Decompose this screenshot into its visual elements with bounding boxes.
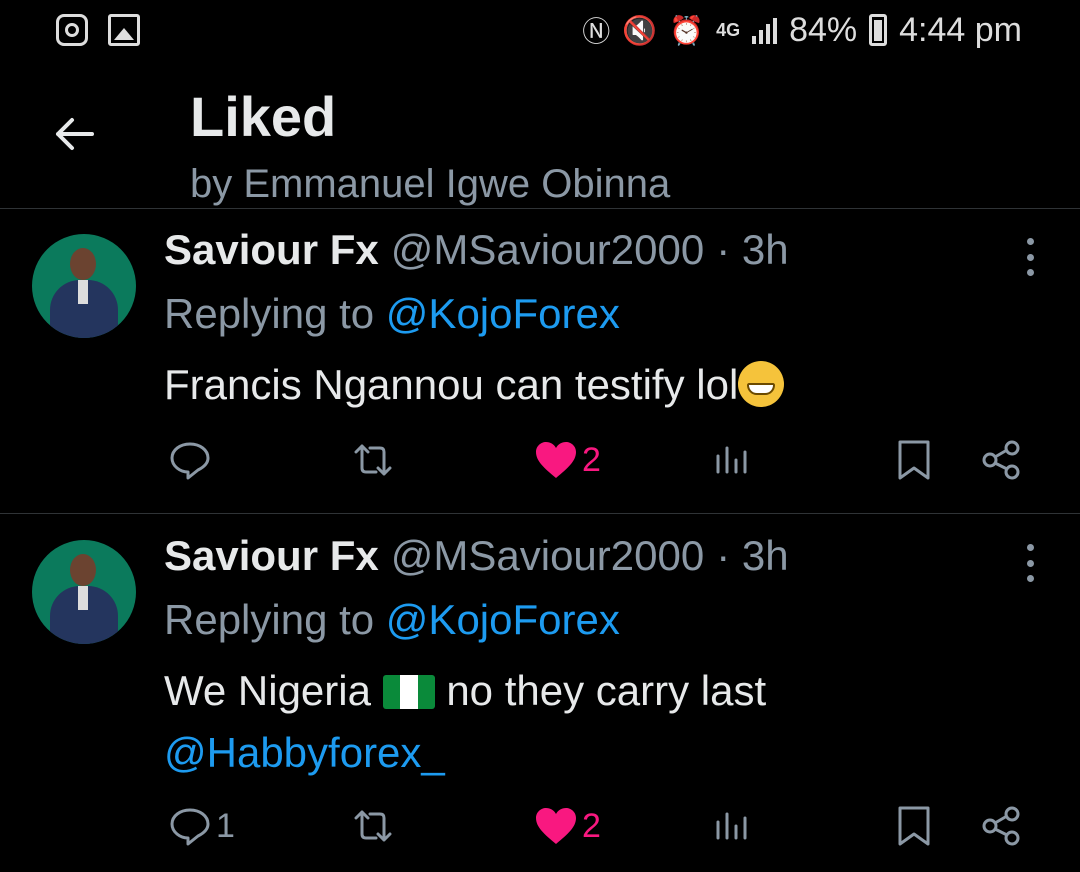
mention-link[interactable]: @Habbyforex_ <box>164 729 445 776</box>
repost-button[interactable] <box>348 430 402 490</box>
share-icon <box>982 440 1020 480</box>
share-button[interactable] <box>980 796 1024 856</box>
clock: 4:44 pm <box>899 10 1022 49</box>
tweet-text: Francis Ngannou can testify lol <box>164 354 785 416</box>
repost-icon <box>354 444 392 476</box>
bookmark-icon <box>898 440 930 480</box>
like-count: 2 <box>582 806 601 845</box>
author-handle[interactable]: @MSaviour2000 <box>391 532 704 580</box>
reply-icon <box>170 442 210 480</box>
reply-to-link[interactable]: @KojoForex <box>386 290 620 337</box>
tweet-text-part1: We Nigeria <box>164 667 371 714</box>
reply-button[interactable] <box>168 430 216 490</box>
tweet-actions: 1 2 <box>0 796 1080 856</box>
tweet-header: Saviour Fx @MSaviour2000 · 3h <box>164 532 789 580</box>
page-subtitle: by Emmanuel Igwe Obinna <box>190 162 671 206</box>
nigeria-flag-icon <box>382 675 435 709</box>
mute-icon: 🔇 <box>622 14 658 46</box>
signal-icon <box>752 16 778 44</box>
author-name[interactable]: Saviour Fx <box>164 226 379 274</box>
network-label: 4G <box>716 19 741 40</box>
reply-context: Replying to @KojoForex <box>164 290 620 338</box>
tweet-actions: 2 <box>0 430 1080 490</box>
bookmark-icon <box>898 806 930 846</box>
views-button[interactable] <box>712 430 752 490</box>
reply-to-link[interactable]: @KojoForex <box>386 596 620 643</box>
analytics-icon <box>716 812 747 840</box>
reply-prefix: Replying to <box>164 290 375 337</box>
avatar[interactable] <box>32 234 136 338</box>
bookmark-button[interactable] <box>894 430 934 490</box>
status-left-icons <box>56 14 140 46</box>
avatar[interactable] <box>32 540 136 644</box>
tweet-text-content: Francis Ngannou can testify lol <box>164 361 739 408</box>
tweet[interactable]: Saviour Fx @MSaviour2000 · 3h Replying t… <box>0 208 1080 514</box>
like-button[interactable]: 2 <box>534 430 601 490</box>
reply-icon <box>170 808 210 846</box>
views-button[interactable] <box>712 796 752 856</box>
page-header: Liked by Emmanuel Igwe Obinna <box>0 64 1080 209</box>
analytics-icon <box>716 446 747 474</box>
tweet-time: · 3h <box>716 532 789 579</box>
instagram-icon <box>56 14 88 46</box>
tweet-time: · 3h <box>716 226 789 273</box>
like-count: 2 <box>582 440 601 479</box>
battery-icon <box>869 14 888 46</box>
repost-button[interactable] <box>348 796 402 856</box>
reply-prefix: Replying to <box>164 596 375 643</box>
share-button[interactable] <box>980 430 1024 490</box>
reply-button[interactable]: 1 <box>168 796 235 856</box>
status-right: Ⓝ 🔇 ⏰ 4G 84% 4:44 pm <box>582 10 1022 50</box>
author-handle[interactable]: @MSaviour2000 <box>391 226 704 274</box>
like-button[interactable]: 2 <box>534 796 601 856</box>
reply-context: Replying to @KojoForex <box>164 596 620 644</box>
gallery-icon <box>108 14 140 46</box>
grinning-face-emoji-icon <box>738 361 785 407</box>
page-title: Liked <box>190 85 337 148</box>
more-options-icon[interactable] <box>1024 238 1036 276</box>
tweet[interactable]: Saviour Fx @MSaviour2000 · 3h Replying t… <box>0 514 1080 872</box>
more-options-icon[interactable] <box>1024 544 1036 582</box>
tweet-text-part2: no they carry last <box>446 667 767 714</box>
repost-icon <box>354 810 392 842</box>
tweet-header: Saviour Fx @MSaviour2000 · 3h <box>164 226 789 274</box>
back-arrow-icon[interactable] <box>52 112 96 156</box>
share-icon <box>982 806 1020 846</box>
heart-icon <box>536 808 576 844</box>
status-bar: Ⓝ 🔇 ⏰ 4G 84% 4:44 pm <box>0 0 1080 64</box>
bookmark-button[interactable] <box>894 796 934 856</box>
tweet-text: We Nigeria no they carry last @Habbyfore… <box>164 660 766 784</box>
heart-icon <box>536 442 576 478</box>
reply-count: 1 <box>216 806 235 845</box>
battery-percent: 84% <box>789 10 858 49</box>
nfc-icon: Ⓝ <box>582 16 611 47</box>
alarm-icon: ⏰ <box>669 14 705 46</box>
author-name[interactable]: Saviour Fx <box>164 532 379 580</box>
